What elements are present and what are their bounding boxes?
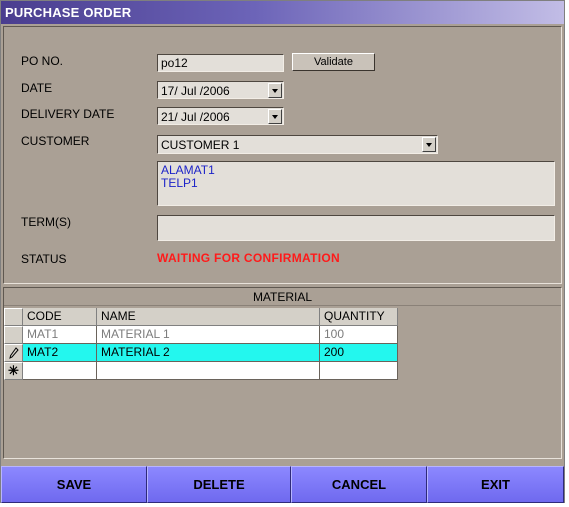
row-selector-header (4, 308, 23, 326)
cell-code[interactable]: MAT1 (23, 326, 97, 344)
material-title: MATERIAL (4, 288, 561, 306)
column-header-quantity[interactable]: QUANTITY (320, 308, 398, 326)
cell-name[interactable]: MATERIAL 2 (97, 344, 320, 362)
column-header-code[interactable]: CODE (23, 308, 97, 326)
action-bar: SAVE DELETE CANCEL EXIT (1, 466, 564, 503)
address-line-2: TELP1 (161, 176, 198, 190)
save-button[interactable]: SAVE (1, 466, 147, 503)
cell-quantity[interactable] (320, 362, 398, 380)
material-panel: MATERIAL CODE NAME QUANTITY MAT1 MATERIA… (3, 287, 562, 459)
cell-code[interactable]: MAT2 (23, 344, 97, 362)
delivery-date-label: DELIVERY DATE (21, 107, 115, 121)
table-row[interactable]: ✳ (4, 362, 400, 380)
column-header-name[interactable]: NAME (97, 308, 320, 326)
cell-name[interactable]: MATERIAL 1 (97, 326, 320, 344)
customer-select[interactable]: CUSTOMER 1 (157, 135, 438, 154)
chevron-down-icon[interactable] (268, 83, 282, 98)
customer-value: CUSTOMER 1 (161, 138, 240, 152)
table-row[interactable]: MAT2 MATERIAL 2 200 (4, 344, 400, 362)
delivery-date-picker[interactable]: 21/ Jul /2006 (157, 107, 284, 125)
table-row[interactable]: MAT1 MATERIAL 1 100 (4, 326, 400, 344)
exit-button[interactable]: EXIT (427, 466, 564, 503)
date-value: 17/ Jul /2006 (161, 84, 230, 98)
cancel-button[interactable]: CANCEL (291, 466, 427, 503)
new-row-icon[interactable]: ✳ (4, 362, 23, 380)
po-no-field[interactable]: po12 (157, 54, 284, 72)
delivery-date-value: 21/ Jul /2006 (161, 110, 230, 124)
customer-address-box: ALAMAT1 TELP1 (157, 161, 555, 206)
terms-field[interactable] (157, 215, 555, 241)
customer-label: CUSTOMER (21, 134, 90, 148)
grid-header-row: CODE NAME QUANTITY (4, 308, 400, 326)
order-form: PO NO. po12 Validate DATE 17/ Jul /2006 … (3, 26, 562, 284)
date-picker[interactable]: 17/ Jul /2006 (157, 81, 284, 99)
cell-name[interactable] (97, 362, 320, 380)
terms-label: TERM(S) (21, 215, 71, 229)
address-line-1: ALAMAT1 (161, 163, 215, 177)
chevron-down-icon[interactable] (268, 109, 282, 124)
chevron-down-icon[interactable] (422, 137, 436, 152)
status-value: WAITING FOR CONFIRMATION (157, 251, 340, 265)
cell-quantity[interactable]: 100 (320, 326, 398, 344)
status-label: STATUS (21, 252, 67, 266)
date-label: DATE (21, 81, 53, 95)
delete-button[interactable]: DELETE (147, 466, 291, 503)
purchase-order-window: PURCHASE ORDER PO NO. po12 Validate DATE… (0, 0, 565, 503)
pencil-icon[interactable] (4, 344, 23, 362)
validate-button[interactable]: Validate (292, 53, 375, 71)
po-no-label: PO NO. (21, 54, 64, 68)
window-title: PURCHASE ORDER (1, 1, 564, 24)
cell-code[interactable] (23, 362, 97, 380)
cell-quantity[interactable]: 200 (320, 344, 398, 362)
row-selector[interactable] (4, 326, 23, 344)
